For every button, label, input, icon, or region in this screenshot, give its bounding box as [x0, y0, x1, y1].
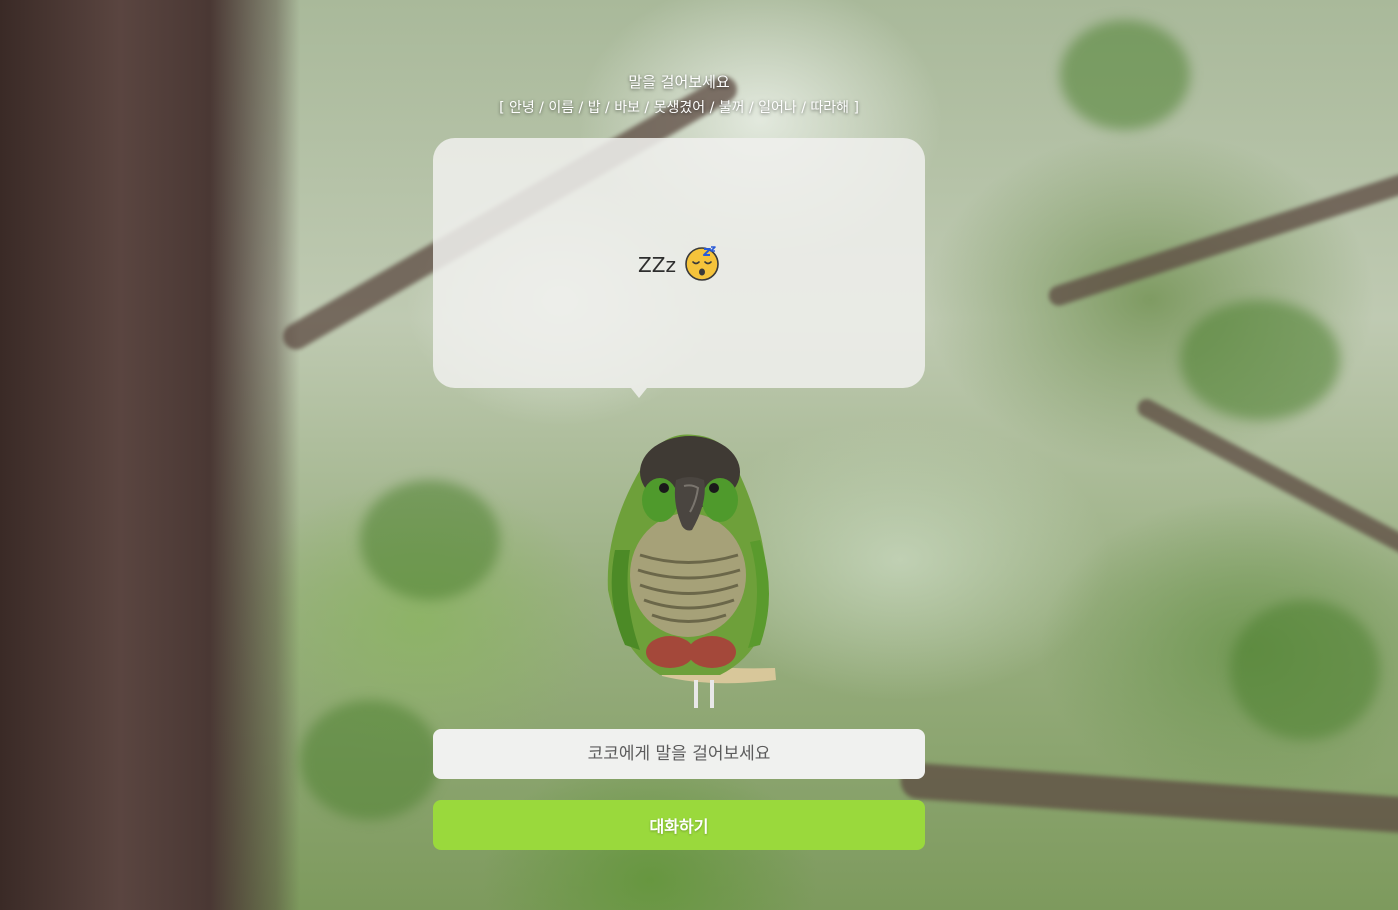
page-title: 말을 걸어보세요: [628, 73, 730, 91]
talk-button[interactable]: 대화하기: [433, 800, 925, 850]
tree-trunk: [0, 0, 300, 910]
branch: [1046, 171, 1398, 309]
leaf: [360, 480, 500, 600]
branch: [1134, 395, 1398, 563]
chat-input[interactable]: [433, 729, 925, 779]
command-hint: [ 안녕 / 이름 / 밥 / 바보 / 못생겼어 / 불꺼 / 일어나 / 따…: [499, 100, 859, 116]
parrot-image: [607, 434, 776, 708]
speech-bubble: ZZz: [433, 138, 925, 398]
leaf: [1230, 600, 1380, 740]
bubble-text: ZZz: [638, 253, 676, 277]
branch: [899, 761, 1398, 835]
leaf: [1180, 300, 1340, 420]
page-header: 말을 걸어보세요 [ 안녕 / 이름 / 밥 / 바보 / 못생겼어 / 불꺼 …: [0, 70, 1358, 120]
sleeping-face-icon: [685, 246, 719, 281]
leaf: [300, 700, 440, 820]
forest-background: 말을 걸어보세요 [ 안녕 / 이름 / 밥 / 바보 / 못생겼어 / 불꺼 …: [0, 0, 1398, 910]
